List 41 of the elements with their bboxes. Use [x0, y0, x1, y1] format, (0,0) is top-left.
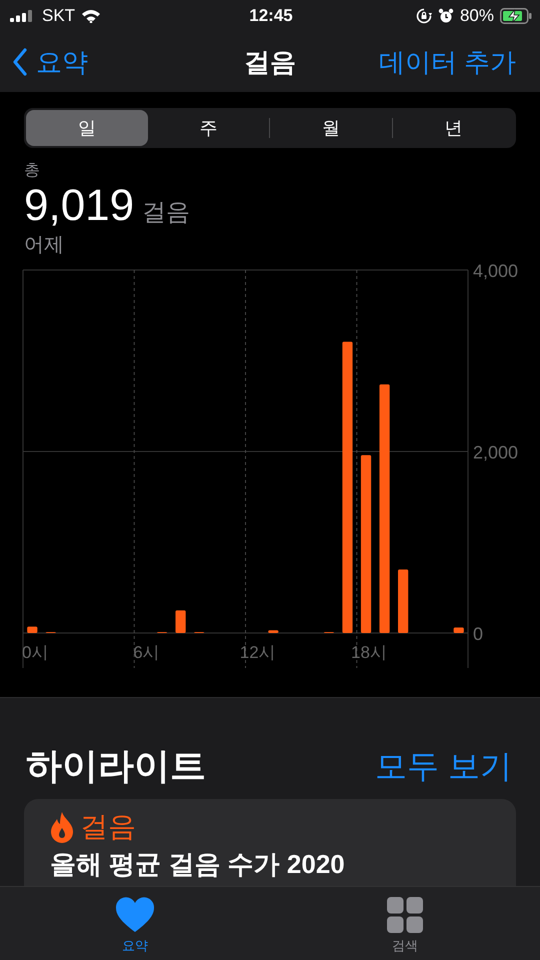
section-title: 하이라이트 — [26, 744, 206, 788]
flame-icon — [50, 811, 74, 843]
x-axis-label: 6시 — [133, 643, 160, 662]
total-label: 총 — [24, 161, 41, 181]
wifi-icon — [81, 9, 102, 23]
segment-tab[interactable]: 월 — [270, 110, 392, 146]
chart-bar — [27, 626, 38, 633]
y-axis-label: 4,000 — [473, 261, 518, 281]
rotation-lock-icon — [416, 8, 432, 24]
chart-bar — [398, 569, 408, 633]
chart-bar — [454, 628, 464, 633]
alarm-icon — [438, 8, 454, 24]
x-axis-label: 0시 — [22, 643, 48, 662]
y-axis-label: 0 — [473, 624, 484, 644]
y-axis-label: 2,000 — [473, 442, 518, 462]
battery-percent: 80% — [460, 6, 494, 26]
step-unit: 걸음 — [142, 198, 190, 228]
highlight-text: 올해 평균 걸음 수가 2020 — [50, 849, 346, 879]
chart-bar — [268, 630, 278, 633]
chevron-left-icon — [12, 48, 28, 76]
add-data-button[interactable]: 데이터 추가 — [378, 44, 516, 80]
screen-title: 걸음 — [244, 46, 296, 78]
grid-icon — [387, 897, 423, 933]
tab-bar-item[interactable]: 요약 — [0, 887, 270, 960]
highlight-card[interactable]: 걸음 올해 평균 걸음 수가 2020 — [24, 799, 516, 887]
tab-bar-item[interactable]: 검색 — [270, 887, 540, 960]
see-all-link[interactable]: 모두 보기 — [375, 744, 512, 788]
x-axis-label: 18시 — [351, 643, 387, 662]
clock-time: 12:45 — [249, 6, 293, 26]
carrier-name: SKT — [42, 6, 76, 26]
card-category: 걸음 — [80, 810, 136, 844]
heart-icon — [115, 897, 155, 933]
battery-charging-icon — [500, 8, 532, 24]
step-total: 9,019 — [24, 181, 134, 231]
date-label: 어제 — [24, 233, 65, 258]
x-axis-label: 12시 — [240, 643, 276, 662]
segment-tab[interactable]: 주 — [148, 110, 269, 146]
segment-tab[interactable]: 일 — [26, 110, 148, 146]
chart-bar — [176, 610, 186, 633]
back-button[interactable]: 요약 — [12, 44, 88, 80]
segment-tab[interactable]: 년 — [392, 110, 514, 146]
